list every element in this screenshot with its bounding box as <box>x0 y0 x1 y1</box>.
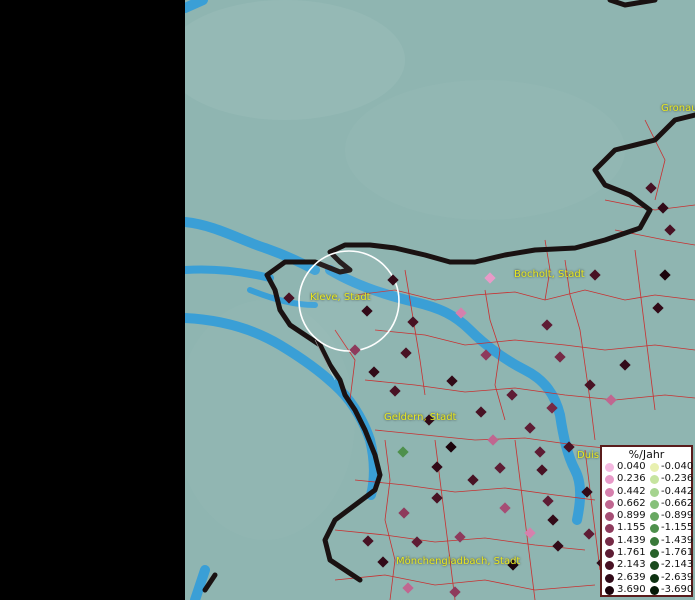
legend-swatch-negative <box>650 585 659 595</box>
legend-value-positive: 0.442 <box>617 485 646 497</box>
legend-value-negative: -1.155 <box>661 522 694 534</box>
legend-row: 0.442 -0.442 <box>602 485 694 498</box>
legend-row: 2.639 -2.639 <box>602 571 694 584</box>
legend-row: 0.899 -0.899 <box>602 510 694 522</box>
legend-swatch-positive <box>605 512 614 522</box>
legend-swatch-negative <box>650 573 659 583</box>
legend-swatch-negative <box>650 536 659 546</box>
legend-value-positive: 1.439 <box>617 534 646 546</box>
legend-value-positive: 1.761 <box>617 547 646 559</box>
legend-row: 0.040 -0.040 <box>602 461 694 473</box>
legend-title: %/Jahr <box>628 448 665 461</box>
legend-value-positive: 0.662 <box>617 497 646 509</box>
legend-swatch-positive <box>605 475 614 485</box>
legend-value-negative: -0.236 <box>661 473 694 485</box>
legend-swatch-negative <box>650 561 659 571</box>
left-blank-pane <box>0 0 185 600</box>
legend-swatch-positive <box>605 463 614 472</box>
legend-swatch-negative <box>650 487 659 497</box>
city-label-gronau: Gronau <box>661 103 695 114</box>
legend-row: 2.143 -2.143 <box>602 559 694 571</box>
legend-value-positive: 3.690 <box>617 583 646 595</box>
legend-swatch-positive <box>605 573 614 583</box>
city-label-moenchengladbach: Mönchengladbach, Stadt <box>396 556 521 567</box>
legend-swatch-negative <box>650 512 659 522</box>
legend-value-negative: -1.439 <box>661 534 694 546</box>
legend-value-positive: 2.143 <box>617 559 646 571</box>
legend-row: 0.236 -0.236 <box>602 473 694 485</box>
legend-value-negative: -0.040 <box>661 461 694 472</box>
legend-value-negative: -2.143 <box>661 559 694 571</box>
legend-swatch-negative <box>650 475 659 485</box>
legend-value-negative: -0.662 <box>661 497 694 509</box>
legend-swatch-positive <box>605 536 614 546</box>
legend-row: 0.662 -0.662 <box>602 497 694 510</box>
legend-swatch-positive <box>605 585 614 595</box>
legend-value-negative: -3.690 <box>661 583 694 595</box>
legend-row: 3.690 -3.690 <box>602 583 694 596</box>
legend-value-positive: 0.899 <box>617 510 646 522</box>
city-label-kleve: Kleve, Stadt <box>310 292 371 303</box>
city-label-geldern: Geldern, Stadt <box>384 412 457 423</box>
legend-value-positive: 1.155 <box>617 522 646 534</box>
legend-swatch-positive <box>605 499 614 509</box>
legend-value-negative: -0.899 <box>661 510 694 522</box>
legend-value-negative: -1.761 <box>661 547 694 559</box>
legend-value-negative: -2.639 <box>661 571 694 583</box>
legend-swatch-positive <box>605 524 614 534</box>
legend-row: 1.439 -1.439 <box>602 534 694 547</box>
legend-swatch-negative <box>650 524 659 534</box>
legend-swatch-negative <box>650 499 659 509</box>
legend-row: 1.761 -1.761 <box>602 547 694 559</box>
legend-swatch-positive <box>605 487 614 497</box>
city-label-duisburg: Duis <box>577 450 600 461</box>
city-label-bocholt: Bocholt, Stadt <box>514 269 585 280</box>
legend-row: 1.155 -1.155 <box>602 522 694 534</box>
legend-swatch-negative <box>650 549 659 559</box>
legend-value-positive: 0.236 <box>617 473 646 485</box>
legend-panel: %/Jahr 0.040 -0.040 0.236 -0.236 0.442 -0.442… <box>600 445 693 597</box>
legend-value-positive: 2.639 <box>617 571 646 583</box>
legend-swatch-negative <box>650 463 659 472</box>
legend-swatch-positive <box>605 561 614 571</box>
legend-value-negative: -0.442 <box>661 485 694 497</box>
legend-swatch-positive <box>605 549 614 559</box>
legend-value-positive: 0.040 <box>617 461 646 472</box>
legend-rows: 0.040 -0.040 0.236 -0.236 0.442 -0.442 0.662 -0… <box>602 461 694 596</box>
